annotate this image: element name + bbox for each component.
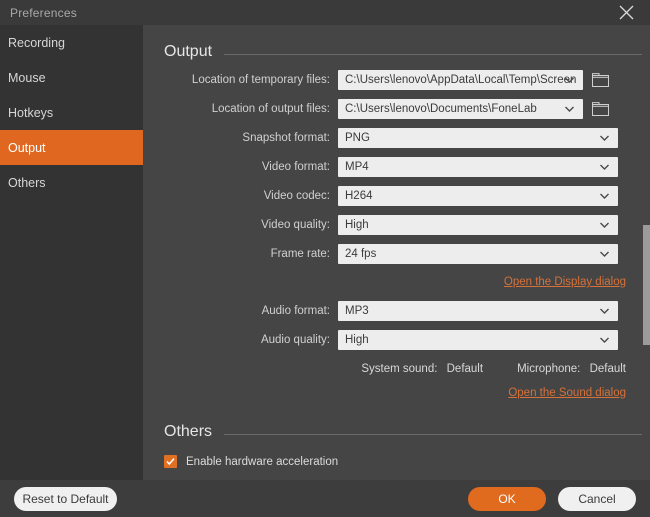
dropdown-audio-quality[interactable]: High bbox=[338, 330, 618, 350]
hardware-acceleration-label: Enable hardware acceleration bbox=[186, 455, 339, 468]
dialog-footer: Reset to Default OK Cancel bbox=[0, 480, 650, 517]
system-sound-label: System sound: bbox=[361, 363, 438, 375]
dropdown-frame-rate[interactable]: 24 fps bbox=[338, 244, 618, 264]
field-row: Audio quality: High bbox=[143, 330, 650, 350]
ok-button[interactable]: OK bbox=[468, 486, 546, 511]
sidebar-item-label: Others bbox=[8, 175, 46, 190]
microphone-label: Microphone: bbox=[517, 363, 581, 375]
sidebar-item-others[interactable]: Others bbox=[0, 165, 143, 200]
display-link-row: Open the Display dialog bbox=[143, 276, 650, 288]
field-label: Location of temporary files: bbox=[191, 74, 330, 86]
dropdown-value: H264 bbox=[345, 190, 373, 202]
dropdown-value: High bbox=[345, 219, 369, 231]
open-sound-dialog-link[interactable]: Open the Sound dialog bbox=[508, 387, 626, 399]
dropdown-video-format[interactable]: MP4 bbox=[338, 157, 618, 177]
field-row: Video codec: H264 bbox=[143, 186, 650, 206]
chevron-down-icon bbox=[598, 161, 611, 174]
field-label: Frame rate: bbox=[270, 248, 330, 260]
dropdown-location-of-output-files[interactable]: C:\Users\lenovo\Documents\FoneLab bbox=[338, 99, 583, 119]
dropdown-value: C:\Users\lenovo\Documents\FoneLab bbox=[345, 103, 537, 115]
sidebar-item-label: Output bbox=[8, 140, 46, 155]
section-divider bbox=[224, 433, 642, 435]
sound-devices-row: System sound: Default Microphone: Defaul… bbox=[143, 363, 650, 375]
scroll-inner: Output Location of temporary files: C:\Us… bbox=[143, 25, 650, 468]
field-label: Audio quality: bbox=[260, 334, 330, 346]
sidebar: Recording Mouse Hotkeys Output Others bbox=[0, 25, 143, 480]
section-header-output: Output bbox=[143, 43, 650, 61]
dropdown-video-codec[interactable]: H264 bbox=[338, 186, 618, 206]
dropdown-value: MP4 bbox=[345, 161, 369, 173]
section-title-output: Output bbox=[164, 43, 213, 60]
reset-to-default-button[interactable]: Reset to Default bbox=[14, 486, 117, 511]
system-sound-value: Default bbox=[446, 363, 484, 375]
audio-fields-group: Audio format: MP3 Audio quality: High bbox=[143, 301, 650, 350]
preferences-content: Output Location of temporary files: C:\Us… bbox=[143, 25, 650, 480]
microphone-group: Microphone: Default bbox=[517, 363, 626, 375]
chevron-down-icon bbox=[598, 248, 611, 261]
browse-folder-icon[interactable] bbox=[592, 102, 609, 116]
dropdown-snapshot-format[interactable]: PNG bbox=[338, 128, 618, 148]
sidebar-item-hotkeys[interactable]: Hotkeys bbox=[0, 95, 143, 130]
dropdown-audio-format[interactable]: MP3 bbox=[338, 301, 618, 321]
field-label: Location of output files: bbox=[211, 103, 330, 115]
cancel-button[interactable]: Cancel bbox=[558, 486, 636, 511]
dropdown-value: 24 fps bbox=[345, 248, 377, 260]
hardware-acceleration-checkbox[interactable] bbox=[164, 455, 177, 468]
sound-link-row: Open the Sound dialog bbox=[143, 387, 650, 399]
dropdown-location-of-temporary-files[interactable]: C:\Users\lenovo\AppData\Local\Temp\Scree… bbox=[338, 70, 583, 90]
chevron-down-icon bbox=[563, 74, 576, 87]
section-title-others: Others bbox=[164, 423, 213, 440]
dropdown-value: PNG bbox=[345, 132, 370, 144]
chevron-down-icon bbox=[598, 132, 611, 145]
chevron-down-icon bbox=[598, 305, 611, 318]
section-divider bbox=[224, 53, 642, 55]
open-display-dialog-link[interactable]: Open the Display dialog bbox=[504, 276, 626, 288]
scrollbar-track[interactable] bbox=[643, 25, 650, 480]
field-row: Location of output files: C:\Users\lenovo… bbox=[143, 99, 650, 119]
chevron-down-icon bbox=[598, 219, 611, 232]
microphone-value: Default bbox=[589, 363, 626, 375]
close-icon[interactable] bbox=[610, 0, 642, 25]
sidebar-item-label: Mouse bbox=[8, 70, 46, 85]
scrollbar-thumb[interactable] bbox=[643, 225, 650, 345]
field-row: Audio format: MP3 bbox=[143, 301, 650, 321]
field-label: Video codec: bbox=[263, 190, 330, 202]
sidebar-item-label: Hotkeys bbox=[8, 105, 54, 120]
field-row: Location of temporary files: C:\Users\len… bbox=[143, 70, 650, 90]
field-label: Snapshot format: bbox=[242, 132, 330, 144]
sidebar-item-recording[interactable]: Recording bbox=[0, 25, 143, 60]
title-bar: Preferences bbox=[0, 0, 650, 25]
field-row: Snapshot format: PNG bbox=[143, 128, 650, 148]
sidebar-item-output[interactable]: Output bbox=[0, 130, 143, 165]
field-label: Video format: bbox=[261, 161, 330, 173]
sidebar-item-mouse[interactable]: Mouse bbox=[0, 60, 143, 95]
field-label: Video quality: bbox=[261, 219, 330, 231]
output-fields-group: Location of temporary files: C:\Users\len… bbox=[143, 70, 650, 264]
chevron-down-icon bbox=[563, 103, 576, 116]
dropdown-video-quality[interactable]: High bbox=[338, 215, 618, 235]
chevron-down-icon bbox=[598, 190, 611, 203]
chevron-down-icon bbox=[598, 334, 611, 347]
section-header-others: Others bbox=[143, 423, 650, 441]
dropdown-value: C:\Users\lenovo\AppData\Local\Temp\Scree… bbox=[345, 74, 577, 86]
field-label: Audio format: bbox=[261, 305, 330, 317]
browse-folder-icon[interactable] bbox=[592, 73, 609, 87]
field-row: Video quality: High bbox=[143, 215, 650, 235]
field-row: Frame rate: 24 fps bbox=[143, 244, 650, 264]
dropdown-value: MP3 bbox=[345, 305, 369, 317]
field-row: Video format: MP4 bbox=[143, 157, 650, 177]
dropdown-value: High bbox=[345, 334, 369, 346]
sidebar-item-label: Recording bbox=[8, 35, 65, 50]
window-title: Preferences bbox=[10, 5, 77, 20]
system-sound-group: System sound: Default bbox=[361, 363, 483, 375]
hardware-acceleration-row[interactable]: Enable hardware acceleration bbox=[143, 455, 650, 468]
